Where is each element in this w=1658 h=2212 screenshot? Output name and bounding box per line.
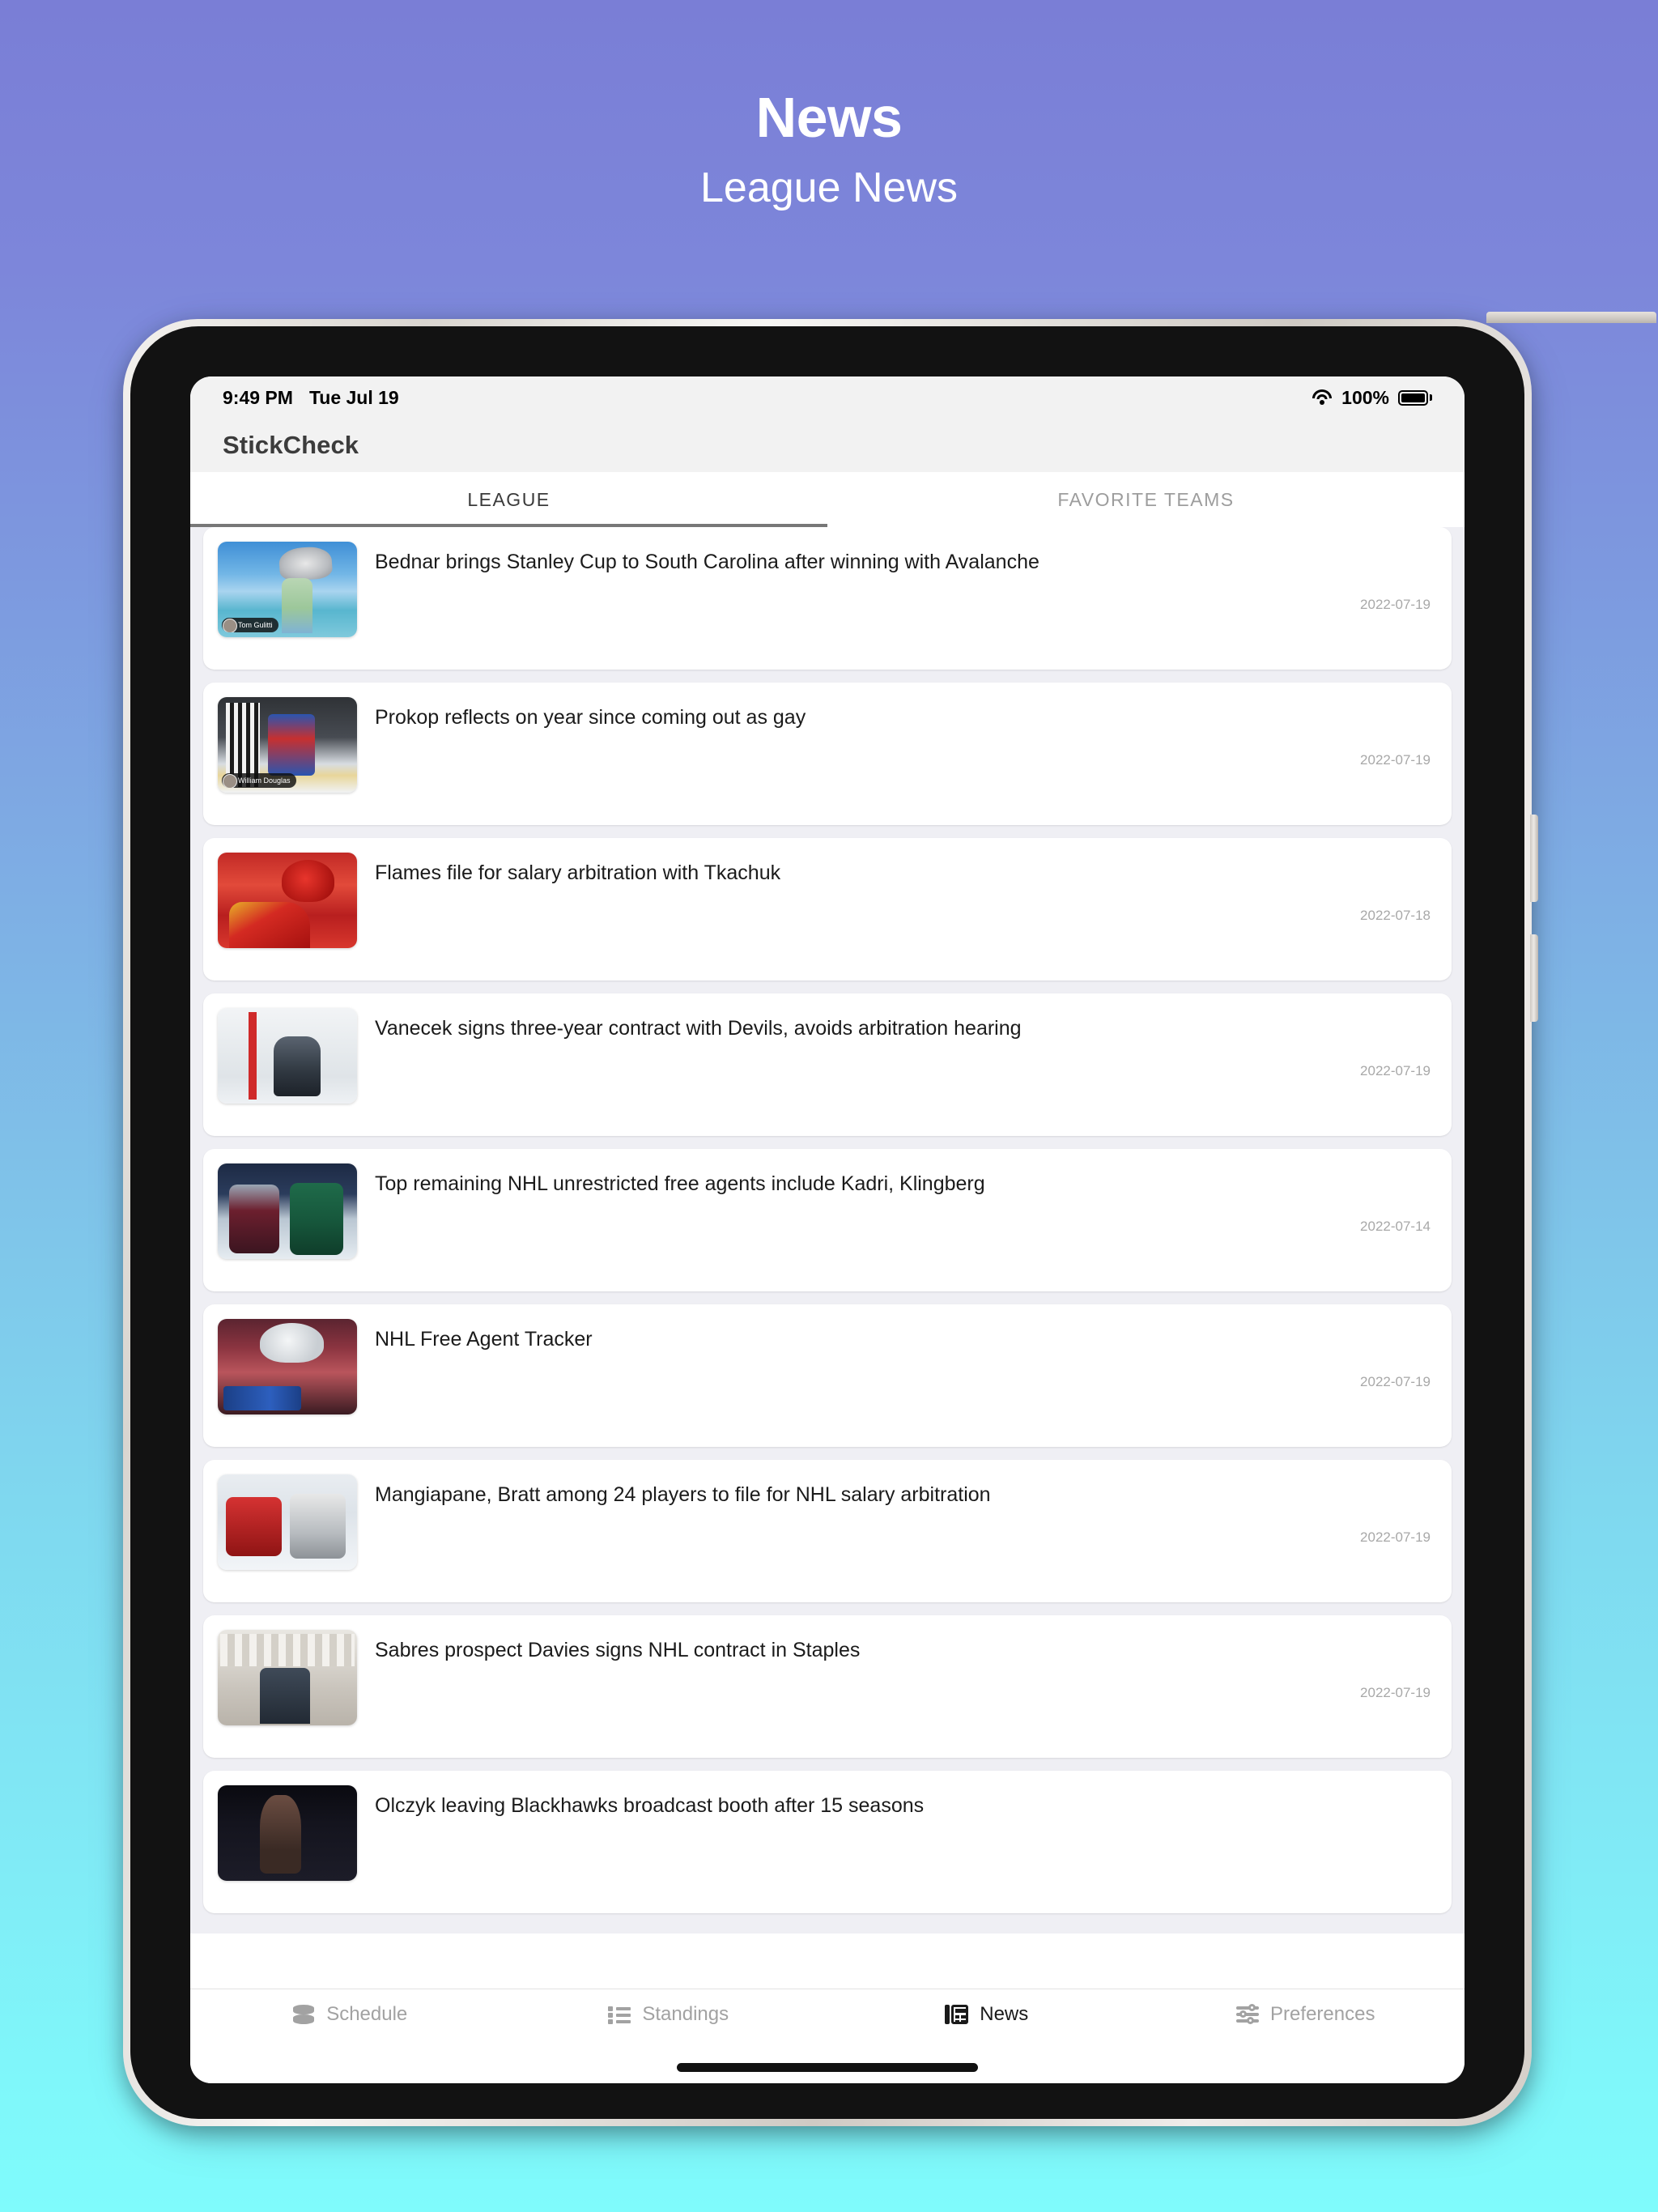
segment-tab-bar: LEAGUE FAVORITE TEAMS <box>190 472 1465 527</box>
news-list-item[interactable]: Sabres prospect Davies signs NHL contrac… <box>203 1615 1452 1758</box>
tab-schedule-label: Schedule <box>326 2003 408 2025</box>
news-thumbnail: William Douglas <box>218 697 357 793</box>
battery-percent-label: 100% <box>1341 386 1389 408</box>
status-date: Tue Jul 19 <box>308 386 399 408</box>
news-headline: Bednar brings Stanley Cup to South Carol… <box>375 551 1039 573</box>
news-text-block: Mangiapane, Bratt among 24 players to fi… <box>357 1474 1434 1546</box>
tab-league-label: LEAGUE <box>467 488 551 510</box>
news-date: 2022-07-19 <box>1360 752 1431 768</box>
page-title: News <box>755 86 903 149</box>
device-body: 9:49 PM Tue Jul 19 100% StickCheck LEAGU… <box>130 326 1524 2119</box>
volume-down-button[interactable] <box>1530 934 1538 1022</box>
news-date: 2022-07-19 <box>1360 597 1431 613</box>
news-list-item[interactable]: Top remaining NHL unrestricted free agen… <box>203 1149 1452 1291</box>
news-date: 2022-07-14 <box>1360 1219 1431 1235</box>
tab-favorite-teams[interactable]: FAVORITE TEAMS <box>827 472 1465 527</box>
app-title: StickCheck <box>223 431 359 459</box>
tab-preferences-label: Preferences <box>1270 2003 1375 2025</box>
tab-standings[interactable]: Standings <box>509 2002 828 2027</box>
tab-schedule[interactable]: Schedule <box>190 2002 509 2027</box>
status-bar: 9:49 PM Tue Jul 19 100% <box>190 376 1465 419</box>
news-date: 2022-07-19 <box>1360 1374 1431 1390</box>
news-date: 2022-07-18 <box>1360 908 1431 924</box>
news-text-block: Sabres prospect Davies signs NHL contrac… <box>357 1630 1434 1701</box>
news-list-item[interactable]: Flames file for salary arbitration with … <box>203 838 1452 981</box>
news-headline: Vanecek signs three-year contract with D… <box>375 1017 1022 1040</box>
news-list-item[interactable]: William Douglas Prokop reflects on year … <box>203 683 1452 825</box>
wifi-icon <box>1312 389 1333 406</box>
news-thumbnail <box>218 1474 357 1570</box>
news-text-block: Vanecek signs three-year contract with D… <box>357 1008 1434 1079</box>
page-header: News League News <box>0 0 1658 211</box>
news-text-block: Bednar brings Stanley Cup to South Carol… <box>357 542 1434 613</box>
news-list-item[interactable]: NHL Free Agent Tracker 2022-07-19 <box>203 1304 1452 1447</box>
news-text-block: Top remaining NHL unrestricted free agen… <box>357 1163 1434 1235</box>
news-text-block: Flames file for salary arbitration with … <box>357 853 1434 924</box>
bottom-tab-bar: Schedule Standings News Preferences <box>190 1989 1465 2083</box>
tab-standings-label: Standings <box>642 2003 729 2025</box>
puck-icon <box>291 2002 316 2027</box>
newspaper-icon <box>945 2002 969 2027</box>
news-headline: Top remaining NHL unrestricted free agen… <box>375 1172 985 1195</box>
volume-up-button[interactable] <box>1530 815 1538 902</box>
news-date: 2022-07-19 <box>1360 1529 1431 1546</box>
news-headline: Prokop reflects on year since coming out… <box>375 706 806 729</box>
news-thumbnail <box>218 1008 357 1104</box>
sliders-icon <box>1235 2002 1260 2027</box>
news-text-block: Prokop reflects on year since coming out… <box>357 697 1434 768</box>
power-button[interactable] <box>1486 312 1656 323</box>
screen: 9:49 PM Tue Jul 19 100% StickCheck LEAGU… <box>190 376 1465 2083</box>
news-text-block: Olczyk leaving Blackhawks broadcast boot… <box>357 1785 1434 1840</box>
news-date: 2022-07-19 <box>1360 1063 1431 1079</box>
news-thumbnail <box>218 853 357 948</box>
battery-icon <box>1398 389 1432 406</box>
news-date <box>375 1819 1434 1840</box>
thumbnail-byline: William Douglas <box>222 773 296 788</box>
tablet-device-mockup: 9:49 PM Tue Jul 19 100% StickCheck LEAGU… <box>123 312 1656 2141</box>
news-headline: Mangiapane, Bratt among 24 players to fi… <box>375 1483 991 1506</box>
status-bar-left: 9:49 PM Tue Jul 19 <box>223 387 399 409</box>
news-thumbnail <box>218 1163 357 1259</box>
news-headline: NHL Free Agent Tracker <box>375 1328 593 1351</box>
list-icon <box>607 2002 631 2027</box>
tab-news-label: News <box>980 2003 1029 2025</box>
news-text-block: NHL Free Agent Tracker 2022-07-19 <box>357 1319 1434 1390</box>
news-thumbnail: Tom Gulitti <box>218 542 357 637</box>
tab-preferences[interactable]: Preferences <box>1146 2002 1465 2027</box>
news-headline: Olczyk leaving Blackhawks broadcast boot… <box>375 1794 925 1817</box>
status-bar-right: 100% <box>1312 387 1432 409</box>
news-thumbnail <box>218 1630 357 1725</box>
news-list-item[interactable]: Olczyk leaving Blackhawks broadcast boot… <box>203 1771 1452 1913</box>
news-headline: Sabres prospect Davies signs NHL contrac… <box>375 1639 861 1661</box>
page-subtitle: League News <box>700 164 958 212</box>
news-thumbnail <box>218 1319 357 1414</box>
news-list[interactable]: Tom Gulitti Bednar brings Stanley Cup to… <box>190 527 1465 1933</box>
news-headline: Flames file for salary arbitration with … <box>375 861 781 884</box>
thumbnail-byline: Tom Gulitti <box>222 618 278 632</box>
news-list-item[interactable]: Vanecek signs three-year contract with D… <box>203 993 1452 1136</box>
news-date: 2022-07-19 <box>1360 1685 1431 1701</box>
device-frame: 9:49 PM Tue Jul 19 100% StickCheck LEAGU… <box>123 312 1656 2126</box>
status-time: 9:49 PM <box>223 386 293 408</box>
tab-news[interactable]: News <box>827 2002 1146 2027</box>
news-list-item[interactable]: Tom Gulitti Bednar brings Stanley Cup to… <box>203 527 1452 670</box>
tab-league[interactable]: LEAGUE <box>190 472 827 527</box>
home-indicator[interactable] <box>677 2063 978 2072</box>
tab-favorite-teams-label: FAVORITE TEAMS <box>1057 488 1235 510</box>
app-bar: StickCheck <box>190 419 1465 472</box>
news-list-item[interactable]: Mangiapane, Bratt among 24 players to fi… <box>203 1460 1452 1602</box>
news-thumbnail <box>218 1785 357 1881</box>
